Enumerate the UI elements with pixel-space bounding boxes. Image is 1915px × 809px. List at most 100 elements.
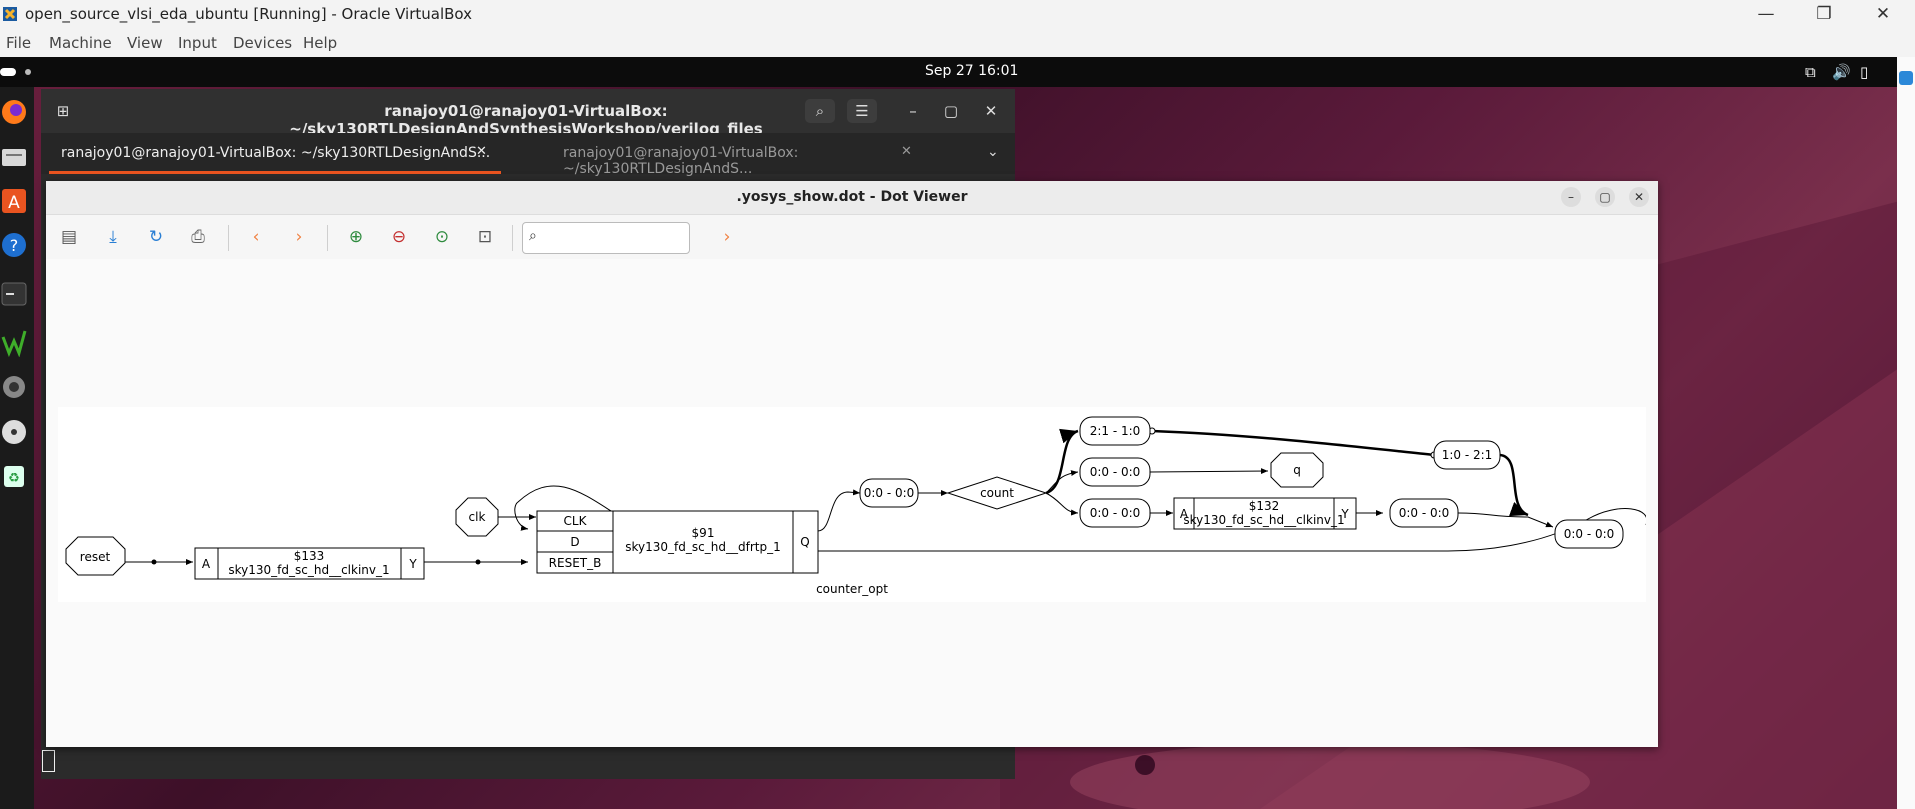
virtualbox-titlebar: open_source_vlsi_eda_ubuntu [Running] - … <box>0 0 1915 29</box>
gnome-topbar: Sep 27 16:01 ⧉ 🔊 ▯ <box>0 57 1897 87</box>
terminal-cursor <box>42 750 55 772</box>
close-icon[interactable]: ✕ <box>1872 4 1894 24</box>
close-tab-icon[interactable]: ✕ <box>901 144 912 159</box>
slice-far-label: 0:0 - 0:0 <box>1564 527 1615 541</box>
files-icon[interactable] <box>0 139 28 173</box>
menu-devices[interactable]: Devices <box>233 34 292 52</box>
ubuntu-dock: A ? ♻ <box>0 87 34 809</box>
forward-icon[interactable]: › <box>285 223 313 251</box>
menu-machine[interactable]: Machine <box>49 34 112 52</box>
find-input[interactable]: ⌕ <box>522 222 690 254</box>
edge-q-slice <box>817 489 861 532</box>
port-q-label: q <box>1293 463 1301 477</box>
svg-text:?: ? <box>10 236 19 255</box>
search-icon: ⌕ <box>529 228 537 244</box>
inv133-out: Y <box>408 557 417 571</box>
print-icon[interactable]: ⎙ <box>184 223 212 251</box>
dff-id: $91 <box>692 526 715 540</box>
dv-close-icon[interactable]: ✕ <box>1629 187 1649 207</box>
edge-junction <box>151 559 157 565</box>
menu-help[interactable]: Help <box>303 34 337 52</box>
port-reset-label: reset <box>80 550 111 564</box>
active-tab-indicator <box>49 171 501 174</box>
search-icon[interactable]: ⌕ <box>805 99 835 123</box>
battery-icon[interactable]: ▯ <box>1860 63 1868 81</box>
menu-input[interactable]: Input <box>178 34 217 52</box>
zoom-100-icon[interactable]: ⊡ <box>471 223 499 251</box>
back-icon[interactable]: ‹ <box>242 223 270 251</box>
zoom-in-icon[interactable]: ⊕ <box>342 223 370 251</box>
inv133-cell: sky130_fd_sc_hd__clkinv_1 <box>228 563 389 577</box>
network-icon[interactable]: ⧉ <box>1805 63 1816 81</box>
clock[interactable]: Sep 27 16:01 <box>925 63 1018 79</box>
menu-file[interactable]: File <box>6 34 31 52</box>
edge-count-low <box>1045 492 1079 516</box>
dot-viewer-titlebar: .yosys_show.dot - Dot Viewer – ▢ ✕ <box>46 181 1658 215</box>
terminal-headerbar: ⊞ ranajoy01@ranajoy01-VirtualBox: ~/sky1… <box>41 89 1015 138</box>
terminal-minimize-icon[interactable]: – <box>898 99 928 123</box>
reload-icon[interactable]: ↻ <box>142 223 170 251</box>
terminal-close-icon[interactable]: ✕ <box>976 99 1006 123</box>
terminal-tab-2[interactable]: ranajoy01@ranajoy01-VirtualBox: ~/sky130… <box>501 133 951 177</box>
terminal-tab-1-label: ranajoy01@ranajoy01-VirtualBox: ~/sky130… <box>61 145 491 161</box>
settings-icon[interactable] <box>0 370 28 404</box>
tabs-dropdown-icon[interactable]: ⌄ <box>987 144 999 160</box>
firefox-icon[interactable] <box>0 95 28 129</box>
graph-canvas[interactable]: reset A $133 sky130_fd_sc_hd__clkinv_1 Y… <box>58 407 1648 602</box>
zoom-fit-icon[interactable]: ⊙ <box>428 223 456 251</box>
window-title: open_source_vlsi_eda_ubuntu [Running] - … <box>25 5 473 23</box>
dff-clk-pin: CLK <box>564 514 588 528</box>
edge-mid-q <box>1149 468 1269 475</box>
restore-icon[interactable]: ❐ <box>1813 4 1835 24</box>
zoom-out-icon[interactable]: ⊖ <box>385 223 413 251</box>
inv132-id: $132 <box>1249 499 1280 513</box>
app-center-icon[interactable]: A <box>0 184 28 218</box>
open-icon[interactable]: ▤ <box>55 223 83 251</box>
menu-view[interactable]: View <box>127 34 163 52</box>
inv132-cell: sky130_fd_sc_hd__clkinv_1 <box>1183 513 1344 527</box>
slice-top-label: 2:1 - 1:0 <box>1090 424 1141 438</box>
dff-q-pin: Q <box>800 535 809 549</box>
workspace-dot[interactable] <box>25 69 31 75</box>
workspace-indicator[interactable] <box>0 68 16 76</box>
disc-icon[interactable] <box>0 415 28 449</box>
dff-reset-pin: RESET_B <box>549 556 602 570</box>
terminal-tab-2-label: ranajoy01@ranajoy01-VirtualBox: ~/sky130… <box>563 145 799 177</box>
inv133-in: A <box>202 557 211 571</box>
edge-top-right <box>1151 429 1435 457</box>
volume-icon[interactable]: 🔊 <box>1832 63 1851 81</box>
virtualbox-app-icon <box>3 7 17 21</box>
close-tab-icon[interactable]: ✕ <box>476 144 487 159</box>
dff-cell: sky130_fd_sc_hd__dfrtp_1 <box>625 540 780 554</box>
dot-viewer-toolbar: ▤ ⤓ ↻ ⎙ ‹ › ⊕ ⊖ ⊙ ⊡ ⌕ › <box>46 215 1658 259</box>
module-label: counter_opt <box>816 582 888 596</box>
toolbar-separator <box>512 225 513 251</box>
gtkwave-icon[interactable] <box>0 325 28 359</box>
svg-text:A: A <box>8 193 20 213</box>
slice-q-label: 0:0 - 0:0 <box>864 486 915 500</box>
notification-icon[interactable] <box>1899 71 1913 85</box>
netlist-graph: reset A $133 sky130_fd_sc_hd__clkinv_1 Y… <box>65 416 1648 596</box>
dv-minimize-icon[interactable]: – <box>1561 187 1581 207</box>
edge-count-top <box>1045 428 1079 495</box>
terminal-icon[interactable] <box>0 277 28 311</box>
find-next-icon[interactable]: › <box>713 223 741 251</box>
terminal-tabbar: ranajoy01@ranajoy01-VirtualBox: ~/sky130… <box>41 133 1015 177</box>
new-tab-icon[interactable]: ⊞ <box>48 99 78 123</box>
host-scroll-strip <box>1897 57 1915 809</box>
trash-icon[interactable]: ♻ <box>0 459 28 493</box>
dot-viewer-window: .yosys_show.dot - Dot Viewer – ▢ ✕ ▤ ⤓ ↻… <box>46 181 1658 747</box>
help-icon[interactable]: ? <box>0 228 28 262</box>
inv133-id: $133 <box>294 549 325 563</box>
terminal-tab-1[interactable]: ranajoy01@ranajoy01-VirtualBox: ~/sky130… <box>41 133 501 174</box>
terminal-maximize-icon[interactable]: ▢ <box>936 99 966 123</box>
export-icon[interactable]: ⤓ <box>99 223 127 251</box>
guest-desktop: Sep 27 16:01 ⧉ 🔊 ▯ A ? ♻ ⊞ ranajoy01@ran… <box>0 57 1915 809</box>
slice-mid-label: 0:0 - 0:0 <box>1090 465 1141 479</box>
dv-maximize-icon[interactable]: ▢ <box>1595 187 1615 207</box>
net-count-label: count <box>980 486 1014 500</box>
slice-right-label: 1:0 - 2:1 <box>1442 448 1493 462</box>
hamburger-menu-icon[interactable]: ☰ <box>847 99 877 123</box>
minimize-icon[interactable]: — <box>1755 4 1777 24</box>
edge-junction <box>475 559 481 565</box>
